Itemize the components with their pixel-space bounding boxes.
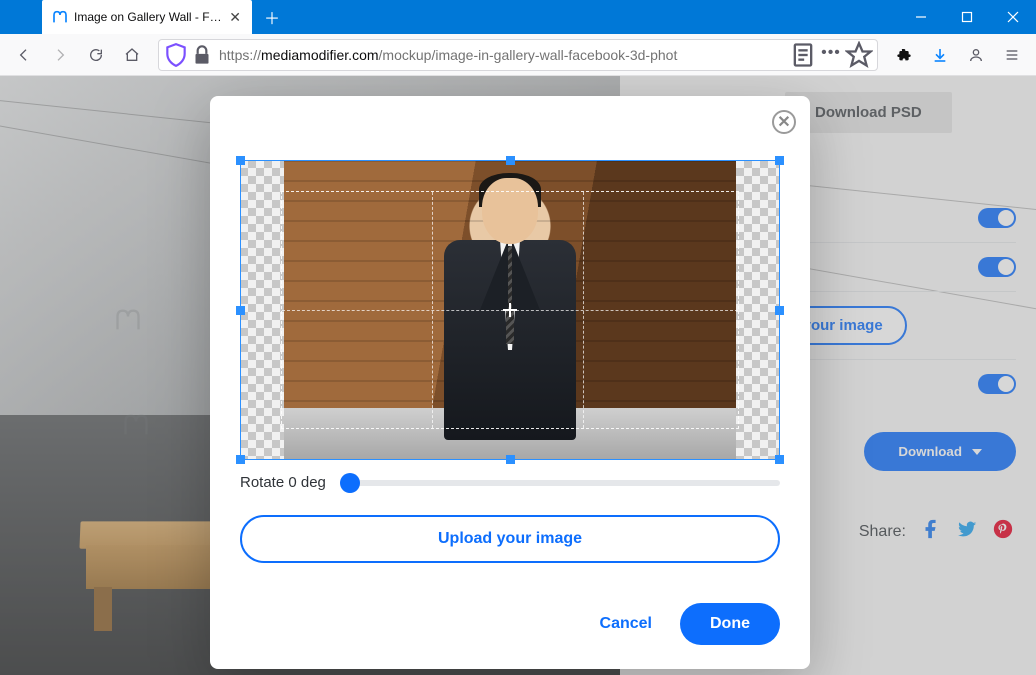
tab-title: Image on Gallery Wall - Facebo <box>74 10 226 24</box>
extensions-icon[interactable] <box>888 39 920 71</box>
toggle-switch[interactable] <box>978 208 1016 228</box>
url-host: mediamodifier.com <box>261 47 379 63</box>
page-actions-icon[interactable]: ••• <box>817 42 845 68</box>
pinterest-icon[interactable] <box>992 518 1014 545</box>
account-icon[interactable] <box>960 39 992 71</box>
app-menu-icon[interactable] <box>996 39 1028 71</box>
window-titlebar: Image on Gallery Wall - Facebo ✕ ＋ <box>0 0 1036 34</box>
tracking-shield-icon[interactable] <box>163 42 189 68</box>
window-controls <box>898 0 1036 34</box>
slider-thumb[interactable] <box>340 473 360 493</box>
browser-tab[interactable]: Image on Gallery Wall - Facebo ✕ <box>42 0 252 34</box>
window-maximize-icon[interactable] <box>944 0 990 34</box>
rotate-control: Rotate 0 deg <box>240 474 780 491</box>
reader-mode-icon[interactable] <box>789 42 817 68</box>
browser-toolbar: https://mediamodifier.com/mockup/image-i… <box>0 34 1036 76</box>
watermark-icon <box>110 306 146 334</box>
rotate-slider[interactable] <box>340 480 780 486</box>
done-button[interactable]: Done <box>680 603 780 645</box>
lock-icon[interactable] <box>189 42 215 68</box>
image-crop-modal: ✕ <box>210 96 810 669</box>
nav-forward-button <box>44 39 76 71</box>
url-text[interactable]: https://mediamodifier.com/mockup/image-i… <box>215 47 789 63</box>
nav-back-button[interactable] <box>8 39 40 71</box>
watermark-icon <box>118 411 154 439</box>
download-psd-button[interactable]: Download PSD <box>785 92 952 133</box>
checker-right <box>736 160 780 460</box>
upload-your-image-button[interactable]: Upload your image <box>240 515 780 563</box>
cancel-button[interactable]: Cancel <box>600 615 652 633</box>
rotate-label: Rotate 0 deg <box>240 474 326 491</box>
window-minimize-icon[interactable] <box>898 0 944 34</box>
chevron-down-icon <box>972 449 982 455</box>
person-illustration <box>410 174 610 454</box>
crop-canvas[interactable] <box>240 160 780 460</box>
url-path: /mockup/image-in-gallery-wall-facebook-3… <box>379 47 678 63</box>
bookmark-star-icon[interactable] <box>845 42 873 68</box>
share-row: Share: <box>859 518 1014 545</box>
page-content: Edit this template Download PSD in a liv… <box>0 76 1036 675</box>
nav-reload-button[interactable] <box>80 39 112 71</box>
modal-close-icon[interactable]: ✕ <box>772 110 796 134</box>
address-bar[interactable]: https://mediamodifier.com/mockup/image-i… <box>158 39 878 71</box>
share-label: Share: <box>859 523 906 541</box>
twitter-icon[interactable] <box>956 518 978 545</box>
download-button[interactable]: Download <box>864 432 1016 471</box>
user-image[interactable] <box>284 160 736 460</box>
toggle-switch[interactable] <box>978 374 1016 394</box>
downloads-icon[interactable] <box>924 39 956 71</box>
tab-close-icon[interactable]: ✕ <box>226 9 244 26</box>
toggle-switch[interactable] <box>978 257 1016 277</box>
tab-favicon-icon <box>52 9 68 25</box>
download-label: Download <box>898 444 962 459</box>
url-prefix: https:// <box>219 47 261 63</box>
new-tab-button[interactable]: ＋ <box>258 3 286 31</box>
window-close-icon[interactable] <box>990 0 1036 34</box>
nav-home-button[interactable] <box>116 39 148 71</box>
checker-left <box>240 160 284 460</box>
facebook-icon[interactable] <box>920 518 942 545</box>
